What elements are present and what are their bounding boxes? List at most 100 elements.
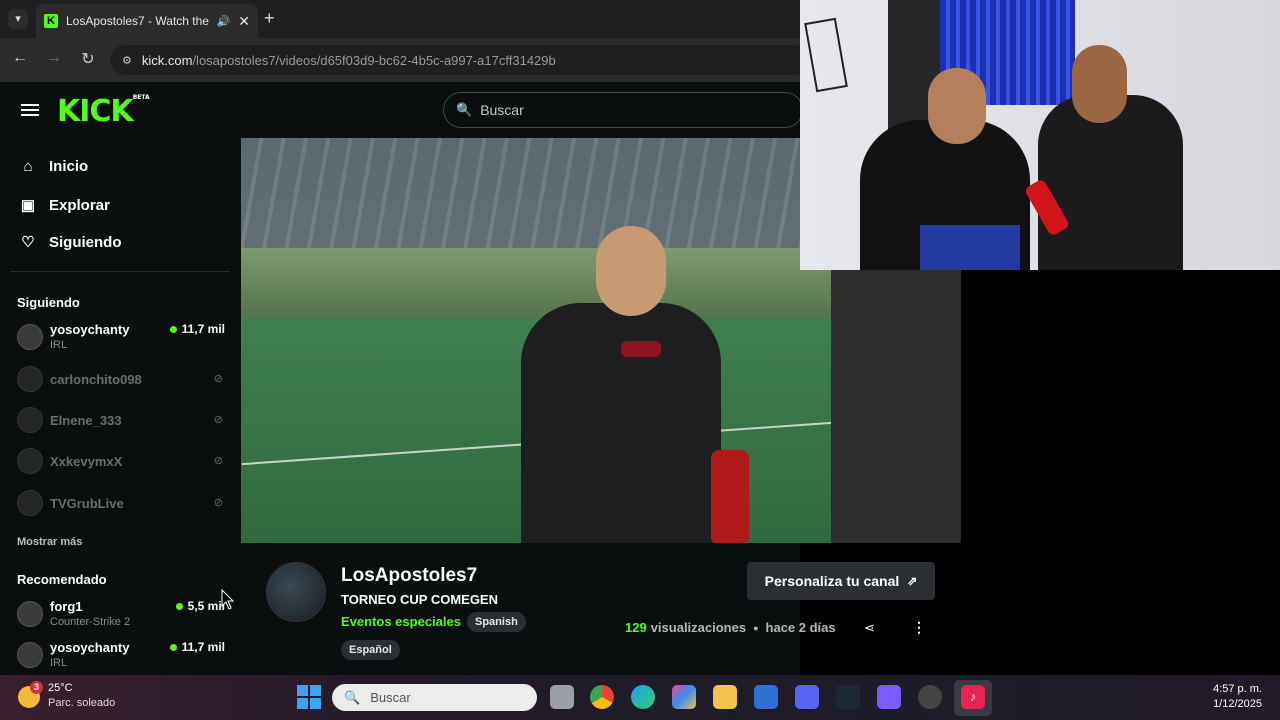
address-bar[interactable]: ⚙ kick.com/losapostoles7/videos/d65f03d9… — [110, 45, 810, 75]
close-tab-icon[interactable]: ✕ — [238, 13, 250, 30]
channel-name: yosoychanty — [50, 640, 130, 655]
share-icon[interactable]: ⋖ — [864, 620, 875, 636]
cam-person-right — [1038, 95, 1183, 270]
cam-head-right — [1072, 45, 1127, 123]
browse-icon: ▣ — [20, 197, 36, 214]
channel-avatar[interactable] — [266, 562, 326, 622]
taskbar-search-placeholder: Buscar — [370, 690, 411, 705]
live-dot-icon — [169, 326, 177, 334]
channel-name: yosoychanty — [50, 322, 130, 337]
site-info-icon[interactable]: ⚙ — [122, 54, 132, 67]
nav-label: Explorar — [49, 196, 110, 214]
tag-spanish[interactable]: Spanish — [467, 612, 526, 632]
logo-badge: BETA — [132, 94, 150, 101]
video-stats: 129 visualizaciones ● hace 2 días — [625, 620, 836, 635]
weather-condition: Parc. soleado — [48, 697, 116, 709]
system-clock[interactable]: 4:57 p. m. 1/12/2025 — [1180, 682, 1262, 712]
home-icon: ⌂ — [23, 158, 33, 175]
edge-icon[interactable] — [631, 685, 655, 709]
obs-icon[interactable] — [918, 685, 942, 709]
following-channel-offline[interactable]: TVGrubLive ⊘ — [17, 488, 227, 522]
weather-sun-icon: 3 — [18, 681, 43, 708]
menu-icon[interactable] — [21, 101, 39, 119]
customize-channel-button[interactable]: Personaliza tu canal ⇗ — [747, 562, 935, 600]
mouse-cursor-icon — [221, 589, 235, 610]
browser-tab[interactable]: K LosApostoles7 - Watch the 🔊 ✕ — [36, 4, 258, 38]
search-placeholder: Buscar — [480, 102, 524, 118]
tiktok-icon[interactable]: ♪ — [961, 685, 985, 709]
video-frame-microphone — [711, 450, 749, 543]
webcam-overlay — [800, 0, 1280, 270]
steam-icon[interactable] — [836, 685, 860, 709]
channel-category: Counter-Strike 2 — [50, 616, 131, 628]
following-channel-offline[interactable]: Elnene_333 ⊘ — [17, 405, 227, 439]
viewer-count-text: 11,7 mil — [181, 322, 225, 336]
app-icon[interactable] — [877, 685, 901, 709]
following-channel-offline[interactable]: carlonchito098 ⊘ — [17, 364, 227, 398]
tab-search-button[interactable]: ▾ — [8, 9, 28, 29]
kick-favicon-icon: K — [44, 14, 58, 28]
avatar — [17, 324, 43, 350]
file-explorer-icon[interactable] — [713, 685, 737, 709]
viewer-count: 11,7 mil — [169, 322, 225, 336]
offline-icon: ⊘ — [213, 414, 223, 426]
channel-name: TVGrubLive — [50, 496, 124, 511]
views-count: 129 — [625, 620, 647, 635]
weather-widget[interactable]: 3 25°C Parc. soleado — [18, 681, 116, 709]
tag-espanol[interactable]: Español — [341, 640, 400, 660]
live-dot-icon — [169, 644, 177, 652]
avatar — [17, 642, 43, 668]
offline-icon: ⊘ — [213, 497, 223, 509]
live-dot-icon — [175, 603, 183, 611]
following-channel-yosoychanty[interactable]: yosoychanty IRL 11,7 mil — [17, 322, 227, 356]
windows-start-icon[interactable] — [297, 685, 321, 709]
search-input[interactable]: 🔍 Buscar — [443, 92, 803, 128]
show-more-link[interactable]: Mostrar más — [17, 536, 82, 548]
recommended-header: Recomendado — [17, 572, 107, 587]
recommended-channel-forg1[interactable]: forg1 Counter-Strike 2 5,5 mil — [17, 599, 227, 633]
channel-name[interactable]: LosApostoles7 — [341, 565, 477, 587]
microsoft-store-icon[interactable] — [754, 685, 778, 709]
cam-shorts — [920, 225, 1020, 270]
viewer-count-text: 11,7 mil — [181, 640, 225, 654]
recommended-channel-yosoychanty[interactable]: yosoychanty IRL 11,7 mil — [17, 640, 227, 674]
more-options-icon[interactable]: ⋮ — [912, 619, 926, 636]
nav-explorar[interactable]: ▣ Explorar — [17, 196, 110, 215]
tab-title: LosApostoles7 - Watch the — [66, 14, 209, 28]
avatar — [17, 448, 43, 474]
chrome-icon[interactable] — [590, 685, 614, 709]
url-path: /losapostoles7/videos/d65f03d9-bc62-4b5c… — [192, 52, 556, 68]
video-frame-second-person — [831, 268, 961, 543]
video-frame-bowtie — [621, 341, 661, 357]
new-tab-button[interactable]: + — [264, 8, 275, 29]
channel-name: XxkevymxX — [50, 454, 123, 469]
following-channel-offline[interactable]: XxkevymxX ⊘ — [17, 446, 227, 480]
channel-name: forg1 — [50, 599, 83, 614]
avatar — [17, 407, 43, 433]
clock-date: 1/12/2025 — [1213, 698, 1262, 710]
back-icon[interactable]: ← — [10, 49, 30, 67]
video-frame-head — [596, 226, 666, 316]
copilot-icon[interactable] — [672, 685, 696, 709]
nav-siguiendo[interactable]: ♡ Siguiendo — [17, 233, 121, 252]
reload-icon[interactable]: ↻ — [78, 49, 98, 69]
views-label: visualizaciones — [650, 620, 747, 635]
offline-icon: ⊘ — [213, 373, 223, 385]
video-category[interactable]: Eventos especiales — [341, 614, 461, 629]
video-age: hace 2 días — [765, 620, 836, 635]
forward-icon[interactable]: → — [44, 49, 64, 67]
channel-category: IRL — [50, 657, 68, 669]
customize-label: Personaliza tu canal — [764, 573, 900, 589]
cam-head-left — [928, 68, 986, 144]
channel-name: Elnene_333 — [50, 413, 122, 428]
discord-icon[interactable] — [795, 685, 819, 709]
offline-icon: ⊘ — [213, 455, 223, 467]
kick-logo[interactable]: KICKBETA — [57, 94, 150, 129]
heart-icon: ♡ — [21, 234, 35, 251]
speaker-icon[interactable]: 🔊 — [217, 15, 231, 28]
temperature: 25°C — [48, 682, 73, 694]
nav-inicio[interactable]: ⌂ Inicio — [17, 158, 88, 175]
task-view-icon[interactable] — [550, 685, 574, 709]
taskbar-search[interactable]: 🔍 Buscar — [332, 684, 537, 711]
logo-text: KICK — [57, 94, 134, 129]
